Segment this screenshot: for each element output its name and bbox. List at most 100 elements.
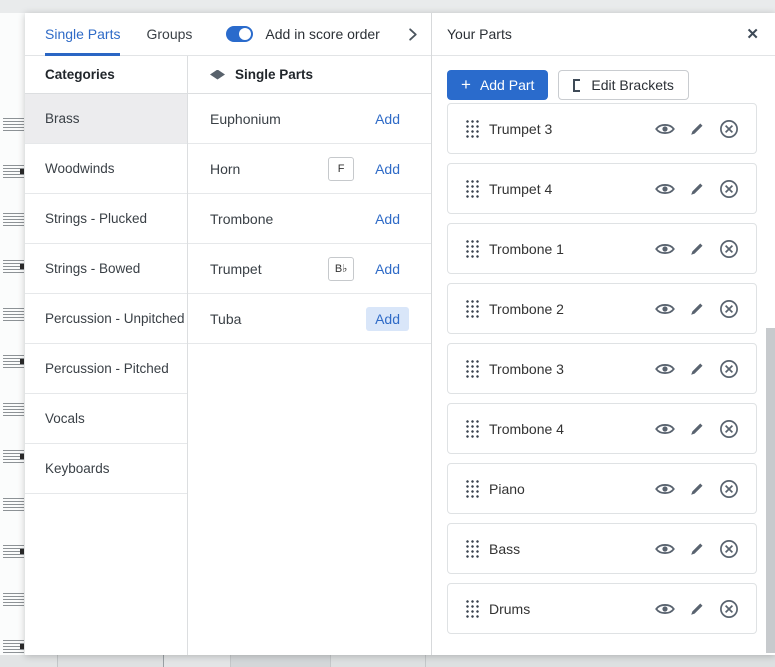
drag-handle-icon[interactable]: [465, 599, 479, 618]
categories-column: Categories Brass Woodwinds Strings - Plu…: [25, 56, 188, 655]
add-part-link[interactable]: Add: [366, 107, 409, 131]
remove-part-icon[interactable]: [719, 299, 739, 319]
visibility-eye-icon[interactable]: [655, 482, 675, 496]
your-parts-actions: + Add Part Edit Brackets: [432, 56, 775, 100]
part-row: Trombone 3: [447, 343, 757, 394]
staff-lines: [3, 308, 24, 321]
score-order-toggle-wrap[interactable]: Add in score order: [226, 26, 379, 42]
edit-pencil-icon[interactable]: [689, 421, 705, 437]
part-name: Trombone 2: [489, 301, 655, 317]
add-part-button[interactable]: + Add Part: [447, 70, 548, 100]
staff-lines: [3, 165, 24, 178]
staff-lines: [3, 403, 24, 416]
remove-part-icon[interactable]: [719, 179, 739, 199]
category-item[interactable]: Woodwinds: [25, 144, 187, 194]
edit-pencil-icon[interactable]: [689, 601, 705, 617]
edit-pencil-icon[interactable]: [689, 121, 705, 137]
remove-part-icon[interactable]: [719, 359, 739, 379]
chevron-right-icon[interactable]: [406, 28, 419, 41]
categories-list: Brass Woodwinds Strings - Plucked String…: [25, 94, 187, 494]
add-part-link[interactable]: Add: [366, 157, 409, 181]
scrollbar-thumb[interactable]: [766, 328, 775, 653]
single-parts-column: Single Parts Euphonium Add Horn F: [188, 56, 431, 655]
drag-handle-icon[interactable]: [465, 359, 479, 378]
remove-part-icon[interactable]: [719, 239, 739, 259]
your-parts-title: Your Parts: [447, 26, 512, 42]
staff-lines: [3, 213, 24, 226]
category-item[interactable]: Strings - Bowed: [25, 244, 187, 294]
remove-part-icon[interactable]: [719, 539, 739, 559]
part-name: Piano: [489, 481, 655, 497]
single-part-name: Trumpet: [210, 261, 328, 277]
drag-handle-icon[interactable]: [465, 479, 479, 498]
keyboard-segment: [163, 655, 230, 667]
visibility-eye-icon[interactable]: [655, 542, 675, 556]
part-row-actions: [655, 599, 739, 619]
your-parts-list: Trumpet 3: [447, 103, 757, 634]
remove-part-icon[interactable]: [719, 119, 739, 139]
drag-handle-icon[interactable]: [465, 239, 479, 258]
edit-pencil-icon[interactable]: [689, 481, 705, 497]
drag-handle-icon[interactable]: [465, 539, 479, 558]
staff-lines: [3, 118, 24, 131]
visibility-eye-icon[interactable]: [655, 362, 675, 376]
visibility-eye-icon[interactable]: [655, 182, 675, 196]
staff-lines: [3, 498, 24, 511]
add-part-link[interactable]: Add: [366, 307, 409, 331]
tab-groups[interactable]: Groups: [146, 13, 192, 55]
part-name: Trombone 4: [489, 421, 655, 437]
category-item[interactable]: Vocals: [25, 394, 187, 444]
visibility-eye-icon[interactable]: [655, 122, 675, 136]
add-part-link[interactable]: Add: [366, 207, 409, 231]
categories-header: Categories: [25, 56, 187, 94]
drag-handle-icon[interactable]: [465, 299, 479, 318]
remove-part-icon[interactable]: [719, 599, 739, 619]
category-item[interactable]: Percussion - Unpitched: [25, 294, 187, 344]
single-part-name: Euphonium: [210, 111, 366, 127]
keyboard-segment: [57, 655, 163, 667]
staff-lines: [3, 640, 24, 653]
score-order-toggle[interactable]: [226, 26, 253, 42]
keyboard-segment: [330, 655, 425, 667]
edit-pencil-icon[interactable]: [689, 301, 705, 317]
close-icon[interactable]: ✕: [744, 25, 761, 44]
category-item[interactable]: Strings - Plucked: [25, 194, 187, 244]
edit-pencil-icon[interactable]: [689, 181, 705, 197]
category-item[interactable]: Brass: [25, 94, 187, 144]
part-row-actions: [655, 179, 739, 199]
your-parts-panel: Your Parts ✕ + Add Part Edit Brackets Tr…: [432, 13, 775, 655]
drag-handle-icon[interactable]: [465, 119, 479, 138]
part-row-actions: [655, 299, 739, 319]
staff-lines: [3, 545, 24, 558]
part-row: Piano: [447, 463, 757, 514]
edit-pencil-icon[interactable]: [689, 241, 705, 257]
parts-browser: Single Parts Groups Add in score order C…: [25, 13, 432, 655]
visibility-eye-icon[interactable]: [655, 302, 675, 316]
tab-single-parts[interactable]: Single Parts: [45, 13, 120, 55]
remove-part-icon[interactable]: [719, 479, 739, 499]
transposition-badge[interactable]: B♭: [328, 257, 354, 281]
part-row: Trumpet 3: [447, 103, 757, 154]
edit-brackets-button[interactable]: Edit Brackets: [558, 70, 688, 100]
part-name: Trombone 1: [489, 241, 655, 257]
visibility-eye-icon[interactable]: [655, 422, 675, 436]
category-label: Woodwinds: [45, 161, 115, 176]
part-row: Trombone 2: [447, 283, 757, 334]
single-part-row: Tuba Add: [188, 294, 431, 344]
drag-handle-icon[interactable]: [465, 179, 479, 198]
visibility-eye-icon[interactable]: [655, 242, 675, 256]
transposition-badge[interactable]: F: [328, 157, 354, 181]
add-part-link[interactable]: Add: [366, 257, 409, 281]
edit-pencil-icon[interactable]: [689, 361, 705, 377]
edit-pencil-icon[interactable]: [689, 541, 705, 557]
single-part-name: Tuba: [210, 311, 366, 327]
single-part-row: Trombone Add: [188, 194, 431, 244]
category-item[interactable]: Keyboards: [25, 444, 187, 494]
drag-handle-icon[interactable]: [465, 419, 479, 438]
score-page-edge: [0, 13, 25, 655]
add-part-button-label: Add Part: [480, 77, 534, 93]
category-item[interactable]: Percussion - Pitched: [25, 344, 187, 394]
part-row-actions: [655, 479, 739, 499]
visibility-eye-icon[interactable]: [655, 602, 675, 616]
remove-part-icon[interactable]: [719, 419, 739, 439]
